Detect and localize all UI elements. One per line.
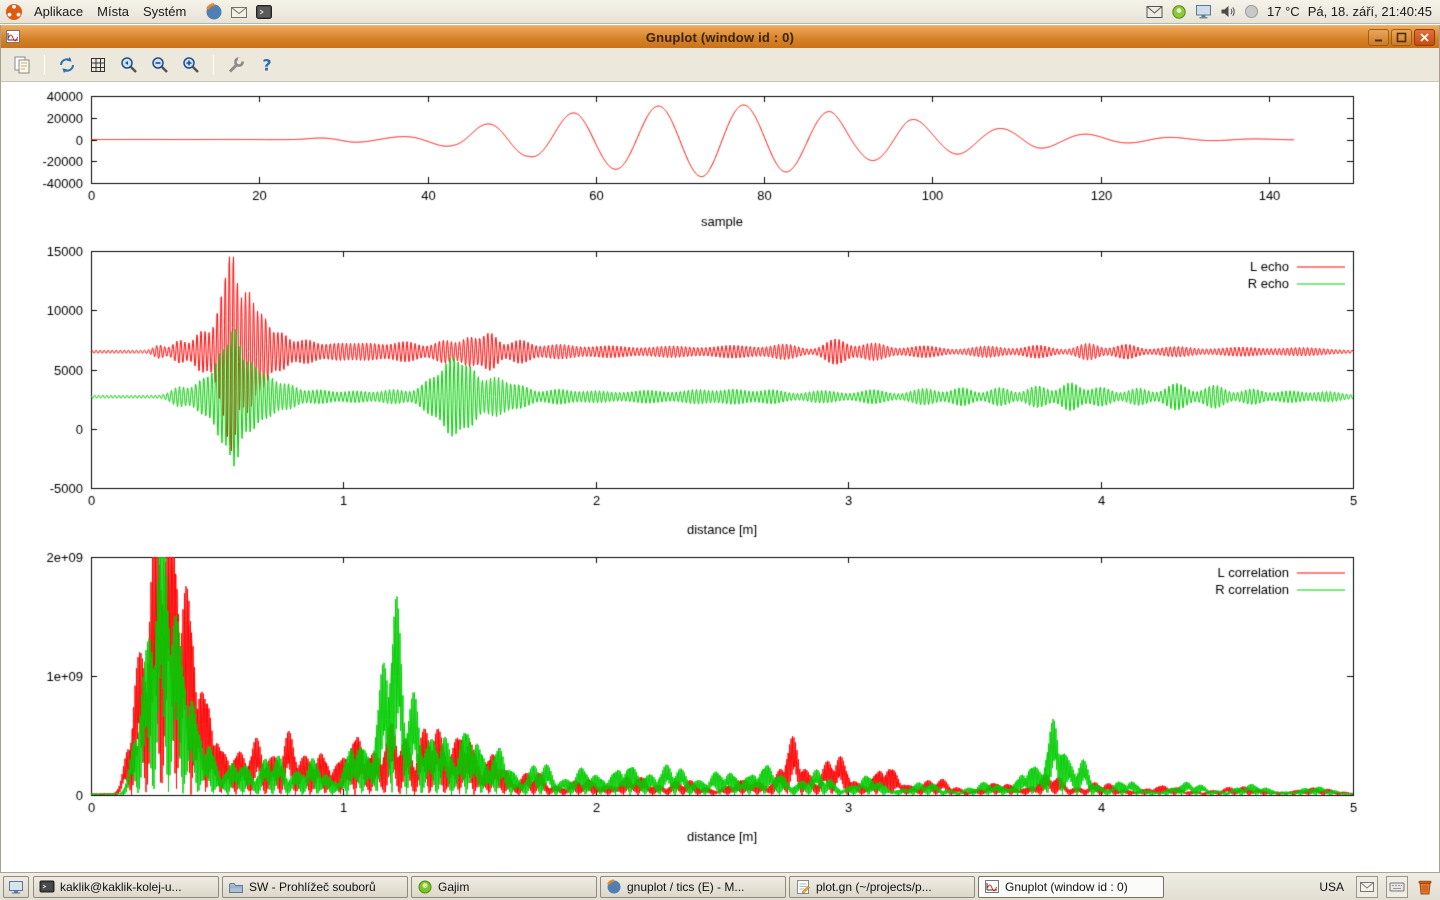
toolbar-copy-button[interactable]: [9, 52, 35, 78]
taskbar-right: USA: [1315, 876, 1437, 898]
taskbar-button-label: plot.gn (~/projects/p...: [816, 880, 932, 894]
settings-icon: [226, 55, 246, 75]
minimize-button[interactable]: [1368, 29, 1389, 46]
window-title: Gnuplot (window id : 0): [1, 30, 1439, 45]
chart-canvas-correlation[interactable]: [1, 548, 1440, 848]
taskbar-button-1[interactable]: kaklik@kaklik-kolej-u...: [33, 876, 219, 898]
mail-launcher-icon[interactable]: [230, 3, 248, 21]
keyboard-applet-button[interactable]: [1386, 876, 1408, 898]
panel-launchers: [205, 3, 273, 21]
zoom-previous-icon: [119, 55, 139, 75]
volume-icon[interactable]: [1220, 4, 1236, 19]
taskbar-window-list: kaklik@kaklik-kolej-u... SW - Prohlížeč s…: [33, 876, 1167, 898]
toolbar-zoom-previous-button[interactable]: [116, 52, 142, 78]
toolbar-zoom-out-button[interactable]: [147, 52, 173, 78]
weather-icon[interactable]: [1244, 4, 1259, 19]
show-desktop-button[interactable]: [3, 876, 29, 898]
toolbar-settings-button[interactable]: [223, 52, 249, 78]
taskbar-button-3[interactable]: Gajim: [411, 876, 597, 898]
panel-status-area: 17 °C Pá, 18. září, 21:40:45: [1146, 4, 1440, 20]
firefox-icon: [606, 879, 622, 895]
distro-logo-icon[interactable]: [5, 3, 23, 21]
menu-system[interactable]: Systém: [136, 2, 193, 21]
toolbar-help-button[interactable]: ?: [254, 52, 280, 78]
desktop: AplikaceMístaSystém: [0, 0, 1440, 900]
gnome-top-panel: AplikaceMístaSystém: [0, 0, 1440, 24]
editor-icon: [795, 879, 811, 895]
temperature: 17 °C: [1267, 4, 1300, 19]
keyboard-applet-icon: [1389, 879, 1405, 895]
window-controls: [1368, 29, 1435, 46]
presence-icon[interactable]: [1171, 4, 1187, 20]
help-icon: ?: [257, 55, 277, 75]
mail-applet-button[interactable]: [1356, 876, 1378, 898]
taskbar-button-label: Gnuplot (window id : 0): [1005, 880, 1128, 894]
taskbar-button-label: gnuplot / tics (E) - M...: [627, 880, 744, 894]
terminal-icon: [39, 879, 55, 895]
keyboard-layout-indicator[interactable]: USA: [1315, 880, 1348, 894]
trash-icon[interactable]: [1416, 878, 1434, 896]
zoom-out-icon: [150, 55, 170, 75]
zoom-in-icon: [181, 55, 201, 75]
chart-canvas-echo[interactable]: [1, 243, 1440, 541]
gajim-icon: [417, 879, 433, 895]
folder-icon: [228, 879, 244, 895]
taskbar: kaklik@kaklik-kolej-u... SW - Prohlížeč s…: [0, 872, 1440, 900]
taskbar-button-label: kaklik@kaklik-kolej-u...: [60, 880, 182, 894]
terminal-launcher-icon[interactable]: [255, 3, 273, 21]
browser-launcher-icon[interactable]: [205, 3, 223, 21]
mail-applet-icon: [1359, 879, 1375, 895]
taskbar-button-label: SW - Prohlížeč souborů: [249, 880, 376, 894]
gnuplot-window: Gnuplot (window id : 0): [0, 25, 1440, 872]
toolbar-separator: [44, 55, 45, 75]
grid-icon: [88, 55, 108, 75]
taskbar-button-5[interactable]: plot.gn (~/projects/p...: [789, 876, 975, 898]
toolbar-zoom-in-button[interactable]: [178, 52, 204, 78]
maximize-button[interactable]: [1391, 29, 1412, 46]
clock[interactable]: Pá, 18. září, 21:40:45: [1308, 4, 1432, 19]
toolbar-refresh-button[interactable]: [54, 52, 80, 78]
taskbar-button-label: Gajim: [438, 880, 469, 894]
refresh-icon: [57, 55, 77, 75]
menu-applications[interactable]: Aplikace: [27, 2, 90, 21]
toolbar-grid-button[interactable]: [85, 52, 111, 78]
window-toolbar: ?: [1, 48, 1439, 82]
show-desktop-icon: [8, 879, 24, 895]
chart-canvas-signal[interactable]: [1, 86, 1440, 236]
display-icon[interactable]: [1195, 4, 1212, 19]
window-titlebar[interactable]: Gnuplot (window id : 0): [1, 25, 1439, 48]
toolbar-separator: [213, 55, 214, 75]
gnuplot-icon: [984, 879, 1000, 895]
close-button[interactable]: [1414, 29, 1435, 46]
menu-places[interactable]: Místa: [90, 2, 136, 21]
taskbar-button-4[interactable]: gnuplot / tics (E) - M...: [600, 876, 786, 898]
panel-menus: AplikaceMístaSystém: [27, 2, 193, 21]
copy-icon: [12, 55, 32, 75]
mail-icon[interactable]: [1146, 5, 1163, 19]
taskbar-button-6[interactable]: Gnuplot (window id : 0): [978, 876, 1164, 898]
svg-text:?: ?: [262, 55, 271, 74]
taskbar-button-2[interactable]: SW - Prohlížeč souborů: [222, 876, 408, 898]
panel-left: AplikaceMístaSystém: [0, 2, 273, 21]
